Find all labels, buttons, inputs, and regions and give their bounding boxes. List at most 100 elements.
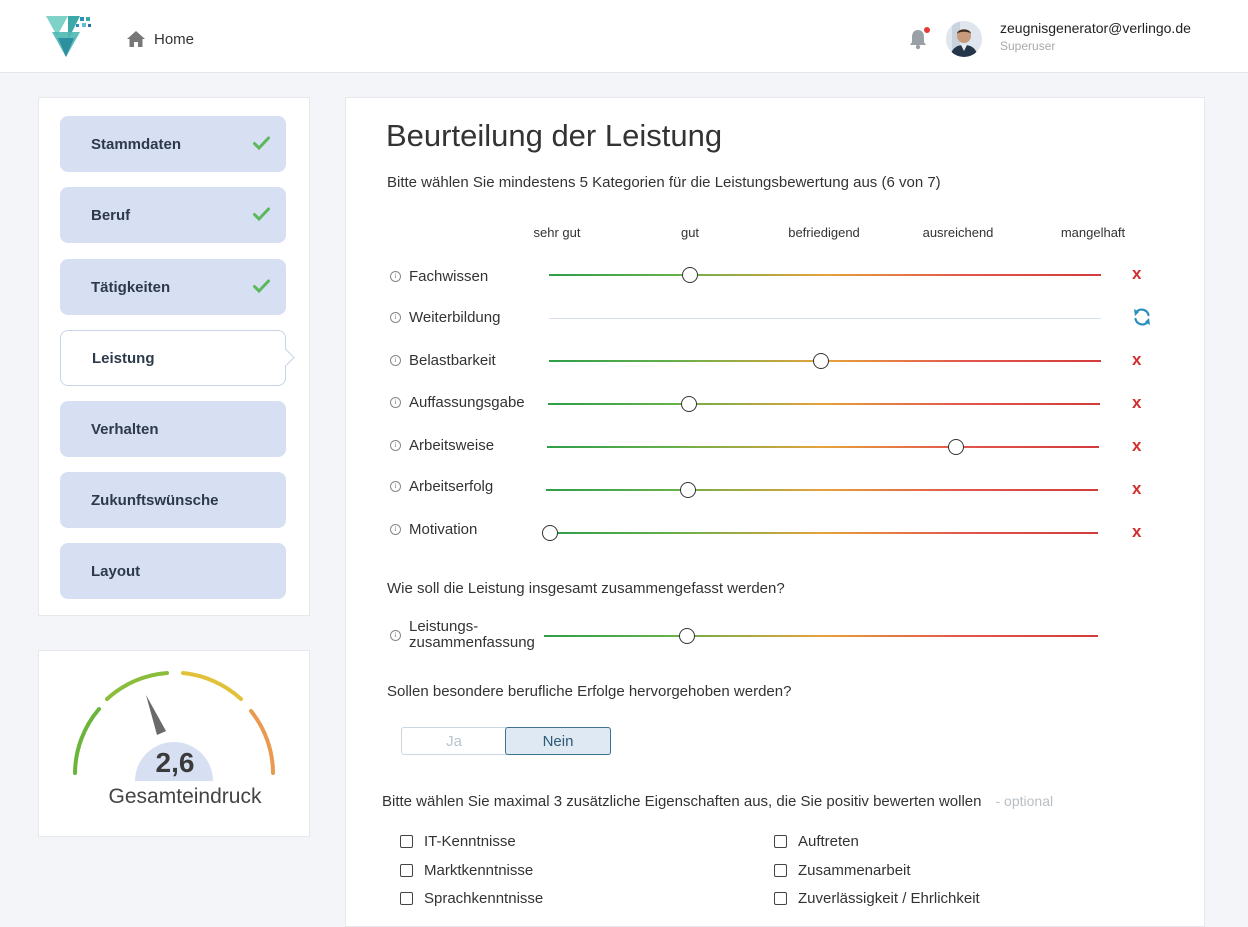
slider-handle-motivation[interactable] xyxy=(542,525,558,541)
step-label: Leistung xyxy=(92,349,155,367)
intro-text: Bitte wählen Sie mindestens 5 Kategorien… xyxy=(387,174,941,191)
toggle-yes-button[interactable]: Ja xyxy=(402,728,506,754)
checkbox-label: IT-Kenntnisse xyxy=(424,833,516,850)
checkbox-box[interactable] xyxy=(774,864,787,877)
slider-handle-zusammenfassung[interactable] xyxy=(679,628,696,644)
slider-track-fachwissen[interactable] xyxy=(549,274,1101,276)
home-icon xyxy=(127,31,145,47)
checkbox-marktkenntnisse[interactable]: Marktkenntnisse xyxy=(400,862,533,879)
summary-label-line-2: zusammenfassung xyxy=(409,634,535,651)
avatar[interactable] xyxy=(946,21,982,57)
gauge-value: 2,6 xyxy=(155,747,195,778)
step-leistung[interactable]: Leistung xyxy=(60,330,295,386)
scale-label-sehr-gut: sehr gut xyxy=(533,225,581,240)
page-title: Beurteilung der Leistung xyxy=(386,118,723,153)
toggle-no-button[interactable]: Nein xyxy=(505,727,611,755)
rating-name: Leistungs- zusammenfassung xyxy=(409,619,535,651)
step-label: Layout xyxy=(91,562,141,580)
info-icon[interactable]: i xyxy=(390,397,401,408)
step-label: Tätigkeiten xyxy=(91,278,171,296)
traits-question: Bitte wählen Sie maximal 3 zusätzliche E… xyxy=(382,793,1053,810)
slider-track-motivation[interactable] xyxy=(550,532,1098,534)
info-icon[interactable]: i xyxy=(390,629,401,641)
info-icon[interactable]: i xyxy=(390,312,401,323)
step-beruf[interactable]: Beruf xyxy=(60,187,286,243)
scale-label-ausreichend: ausreichend xyxy=(922,225,994,240)
logo-icon[interactable] xyxy=(44,14,92,58)
optional-hint: - optional xyxy=(995,793,1054,809)
gauge-label: Gesamteindruck xyxy=(108,785,262,808)
remove-fachwissen-button[interactable]: x xyxy=(1132,264,1141,284)
rating-label-arbeitserfolg: i Arbeitserfolg xyxy=(390,478,493,495)
slider-handle-belastbarkeit[interactable] xyxy=(812,353,829,369)
checkbox-box[interactable] xyxy=(400,835,413,848)
step-label: Verhalten xyxy=(91,420,159,438)
overall-gauge: 2,6 Gesamteindruck xyxy=(38,650,310,837)
active-step-pointer xyxy=(276,348,295,367)
checkbox-zusammenarbeit[interactable]: Zusammenarbeit xyxy=(774,862,911,879)
top-bar: Home zeugnisgenerator@verlingo.de Superu… xyxy=(0,0,1248,73)
slider-handle-fachwissen[interactable] xyxy=(682,267,699,283)
user-email: zeugnisgenerator@verlingo.de xyxy=(1000,20,1191,36)
slider-track-weiterbildung[interactable] xyxy=(549,318,1101,319)
gauge-needle xyxy=(146,695,166,735)
remove-motivation-button[interactable]: x xyxy=(1132,522,1141,542)
rating-name: Belastbarkeit xyxy=(409,352,496,369)
checkmark-icon xyxy=(253,136,270,150)
summary-question: Wie soll die Leistung insgesamt zusammen… xyxy=(387,580,785,597)
info-icon[interactable]: i xyxy=(390,524,401,535)
rating-label-belastbarkeit: i Belastbarkeit xyxy=(390,352,496,369)
scale-label-befriedigend: befriedigend xyxy=(788,225,860,240)
remove-arbeitsweise-button[interactable]: x xyxy=(1132,436,1141,456)
step-verhalten[interactable]: Verhalten xyxy=(60,401,286,457)
notification-badge xyxy=(924,27,930,33)
checkbox-label: Zusammenarbeit xyxy=(798,862,911,879)
step-stammdaten[interactable]: Stammdaten xyxy=(60,116,286,172)
home-label: Home xyxy=(154,30,195,48)
user-role: Superuser xyxy=(1000,39,1056,53)
remove-belastbarkeit-button[interactable]: x xyxy=(1132,350,1141,370)
slider-handle-arbeitserfolg[interactable] xyxy=(680,482,697,498)
step-label: Beruf xyxy=(91,206,131,224)
success-question: Sollen besondere berufliche Erfolge herv… xyxy=(387,683,792,700)
info-icon[interactable]: i xyxy=(390,355,401,366)
step-label: Stammdaten xyxy=(91,135,182,153)
info-icon[interactable]: i xyxy=(390,271,401,282)
slider-track-arbeitserfolg[interactable] xyxy=(546,489,1098,491)
main-panel: Beurteilung der Leistung Bitte wählen Si… xyxy=(345,97,1205,927)
checkbox-auftreten[interactable]: Auftreten xyxy=(774,833,859,850)
step-taetigkeiten[interactable]: Tätigkeiten xyxy=(60,259,286,315)
step-zukunftswuensche[interactable]: Zukunftswünsche xyxy=(60,472,286,528)
checkbox-it-kenntnisse[interactable]: IT-Kenntnisse xyxy=(400,833,516,850)
checkbox-box[interactable] xyxy=(400,864,413,877)
rating-name: Auffassungsgabe xyxy=(409,394,525,411)
refresh-icon[interactable] xyxy=(1132,307,1152,327)
slider-track-zusammenfassung[interactable] xyxy=(544,635,1098,637)
info-icon[interactable]: i xyxy=(390,440,401,451)
rating-label-arbeitsweise: i Arbeitsweise xyxy=(390,437,494,454)
summary-label-line-1: Leistungs- xyxy=(409,618,479,635)
traits-question-text: Bitte wählen Sie maximal 3 zusätzliche E… xyxy=(382,793,982,810)
home-link[interactable]: Home xyxy=(126,30,194,48)
slider-track-arbeitsweise[interactable] xyxy=(547,446,1099,448)
checkbox-box[interactable] xyxy=(774,835,787,848)
rating-label-fachwissen: i Fachwissen xyxy=(390,268,488,285)
slider-handle-auffassungsgabe[interactable] xyxy=(681,396,698,412)
rating-label-weiterbildung: i Weiterbildung xyxy=(390,309,500,326)
rating-label-zusammenfassung: i Leistungs- zusammenfassung xyxy=(390,619,535,651)
step-layout[interactable]: Layout xyxy=(60,543,286,599)
rating-name: Fachwissen xyxy=(409,268,489,285)
info-icon[interactable]: i xyxy=(390,481,401,492)
slider-handle-arbeitsweise[interactable] xyxy=(948,439,965,455)
rating-name: Weiterbildung xyxy=(409,309,501,326)
rating-name: Arbeitsweise xyxy=(409,437,495,454)
step-navigation: Stammdaten Beruf Tätigkeiten Leistung Ve… xyxy=(38,97,310,616)
checkbox-label: Auftreten xyxy=(798,833,859,850)
slider-track-auffassungsgabe[interactable] xyxy=(548,403,1100,405)
remove-auffassungsgabe-button[interactable]: x xyxy=(1132,393,1141,413)
rating-label-auffassungsgabe: i Auffassungsgabe xyxy=(390,394,525,411)
scale-label-mangelhaft: mangelhaft xyxy=(1060,225,1126,240)
remove-arbeitserfolg-button[interactable]: x xyxy=(1132,479,1141,499)
rating-label-motivation: i Motivation xyxy=(390,521,477,538)
rating-name: Motivation xyxy=(409,521,478,538)
